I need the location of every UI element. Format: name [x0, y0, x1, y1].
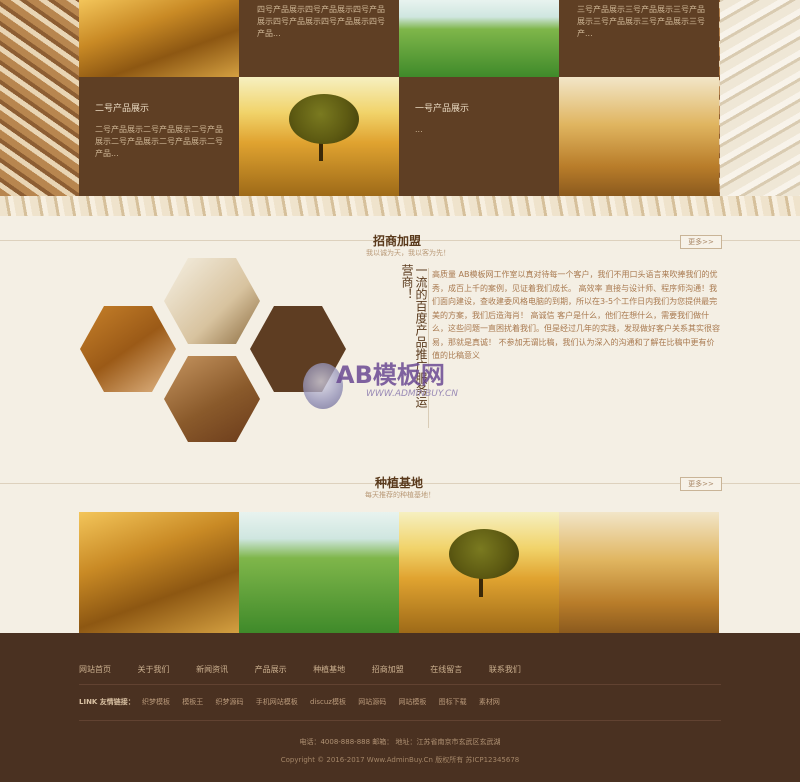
- franchise-more-button[interactable]: 更多>>: [680, 235, 722, 249]
- product-2-title: 二号产品展示: [95, 104, 150, 114]
- product-card-1[interactable]: 一号产品展示 ...: [399, 77, 565, 196]
- product-card-3[interactable]: 三号产品展示三号产品展示三号产品展示三号产品展示三号产品展示三号产...: [559, 0, 719, 77]
- footer-nav-news[interactable]: 新闻资讯: [196, 665, 228, 674]
- friend-link[interactable]: 手机网站模板: [256, 698, 298, 706]
- product-3-desc: 三号产品展示三号产品展示三号产品展示三号产品展示三号产品展示三号产...: [577, 5, 705, 38]
- footer-nav-base[interactable]: 种植基地: [313, 665, 345, 674]
- tree-crown: [449, 528, 519, 579]
- footer-nav-contact[interactable]: 联系我们: [489, 665, 521, 674]
- footer-nav-franchise[interactable]: 招商加盟: [372, 665, 404, 674]
- hex-image-rice: [164, 258, 260, 344]
- footer-nav-home[interactable]: 网站首页: [79, 665, 111, 674]
- product-card-4[interactable]: 四号产品展示四号产品展示四号产品展示四号产品展示四号产品展示四号产品...: [239, 0, 399, 77]
- product-image-wheat[interactable]: [79, 0, 239, 77]
- product-hero: 四号产品展示四号产品展示四号产品展示四号产品展示四号产品展示四号产品... 三号…: [0, 0, 800, 216]
- friend-link[interactable]: 网站模板: [398, 698, 426, 706]
- franchise-intro: 高质量 AB模板网工作室以真对待每一个客户，我们不用口头语言来吹捧我们的优秀，成…: [432, 270, 720, 360]
- product-image-field[interactable]: [399, 0, 559, 77]
- base-image-wheat-ears[interactable]: [559, 512, 719, 633]
- friend-link[interactable]: 图标下载: [439, 698, 467, 706]
- base-more-button[interactable]: 更多>>: [680, 477, 722, 491]
- footer-copyright: Copyright © 2016-2017 Www.AdminBuy.Cn 版权…: [280, 756, 520, 764]
- footer-nav-about[interactable]: 关于我们: [138, 665, 170, 674]
- product-image-tree[interactable]: [239, 77, 399, 196]
- base-image-wheat-field[interactable]: [79, 512, 239, 633]
- product-grid: 四号产品展示四号产品展示四号产品展示四号产品展示四号产品展示四号产品... 三号…: [79, 0, 721, 196]
- grain-strip: [0, 196, 800, 216]
- product-image-wheat-ears[interactable]: [559, 77, 719, 196]
- franchise-hex-images: [80, 258, 370, 454]
- watermark-brand: AB模板网: [336, 361, 445, 389]
- base-image-green-field[interactable]: [239, 512, 399, 633]
- franchise-title: 招商加盟: [373, 234, 422, 248]
- franchise-subtitle: 我以诚为天，我以客为先！: [366, 249, 450, 257]
- tree-crown: [289, 93, 359, 144]
- friend-links-label: LINK 友情链接：: [79, 698, 135, 706]
- friend-link[interactable]: discuz模板: [310, 698, 346, 706]
- footer: 网站首页 关于我们 新闻资讯 产品展示 种植基地 招商加盟 在线留言 联系我们 …: [0, 633, 800, 782]
- footer-divider: [79, 720, 721, 721]
- base-title: 种植基地: [375, 476, 424, 490]
- friend-link[interactable]: 网站源码: [358, 698, 386, 706]
- base-subtitle: 每天推荐的种植基地！: [365, 491, 435, 499]
- friend-link[interactable]: 织梦模板: [142, 698, 170, 706]
- product-card-2[interactable]: 二号产品展示 二号产品展示二号产品展示二号产品展示二号产品展示二号产品展示二号产…: [79, 77, 245, 196]
- friend-links: LINK 友情链接： 织梦模板 模板王 织梦源码 手机网站模板 discuz模板…: [79, 697, 510, 707]
- product-4-desc: 四号产品展示四号产品展示四号产品展示四号产品展示四号产品展示四号产品...: [257, 5, 385, 38]
- footer-divider: [79, 684, 721, 685]
- footer-nav: 网站首页 关于我们 新闻资讯 产品展示 种植基地 招商加盟 在线留言 联系我们: [79, 664, 545, 675]
- watermark-url: WWW.ADMINBUY.CN: [366, 389, 459, 399]
- friend-link[interactable]: 素材网: [479, 698, 500, 706]
- base-image-tree[interactable]: [399, 512, 559, 633]
- friend-link[interactable]: 织梦源码: [216, 698, 244, 706]
- footer-contact: 电话：4008-888-888 邮箱： 地址：江苏省南京市玄武区玄武湖: [299, 738, 501, 746]
- footer-nav-message[interactable]: 在线留言: [430, 665, 462, 674]
- product-1-desc: ...: [415, 125, 423, 134]
- footer-nav-products[interactable]: 产品展示: [255, 665, 287, 674]
- rice-background: [720, 0, 800, 216]
- hex-image-brown-rice: [164, 356, 260, 442]
- vertical-divider: [428, 268, 429, 428]
- hex-image-hands-grain: [80, 306, 176, 392]
- friend-link[interactable]: 模板王: [182, 698, 203, 706]
- product-2-desc: 二号产品展示二号产品展示二号产品展示二号产品展示二号产品展示二号产品...: [95, 125, 223, 158]
- base-image-row: [79, 512, 721, 633]
- product-1-title: 一号产品展示: [415, 104, 470, 114]
